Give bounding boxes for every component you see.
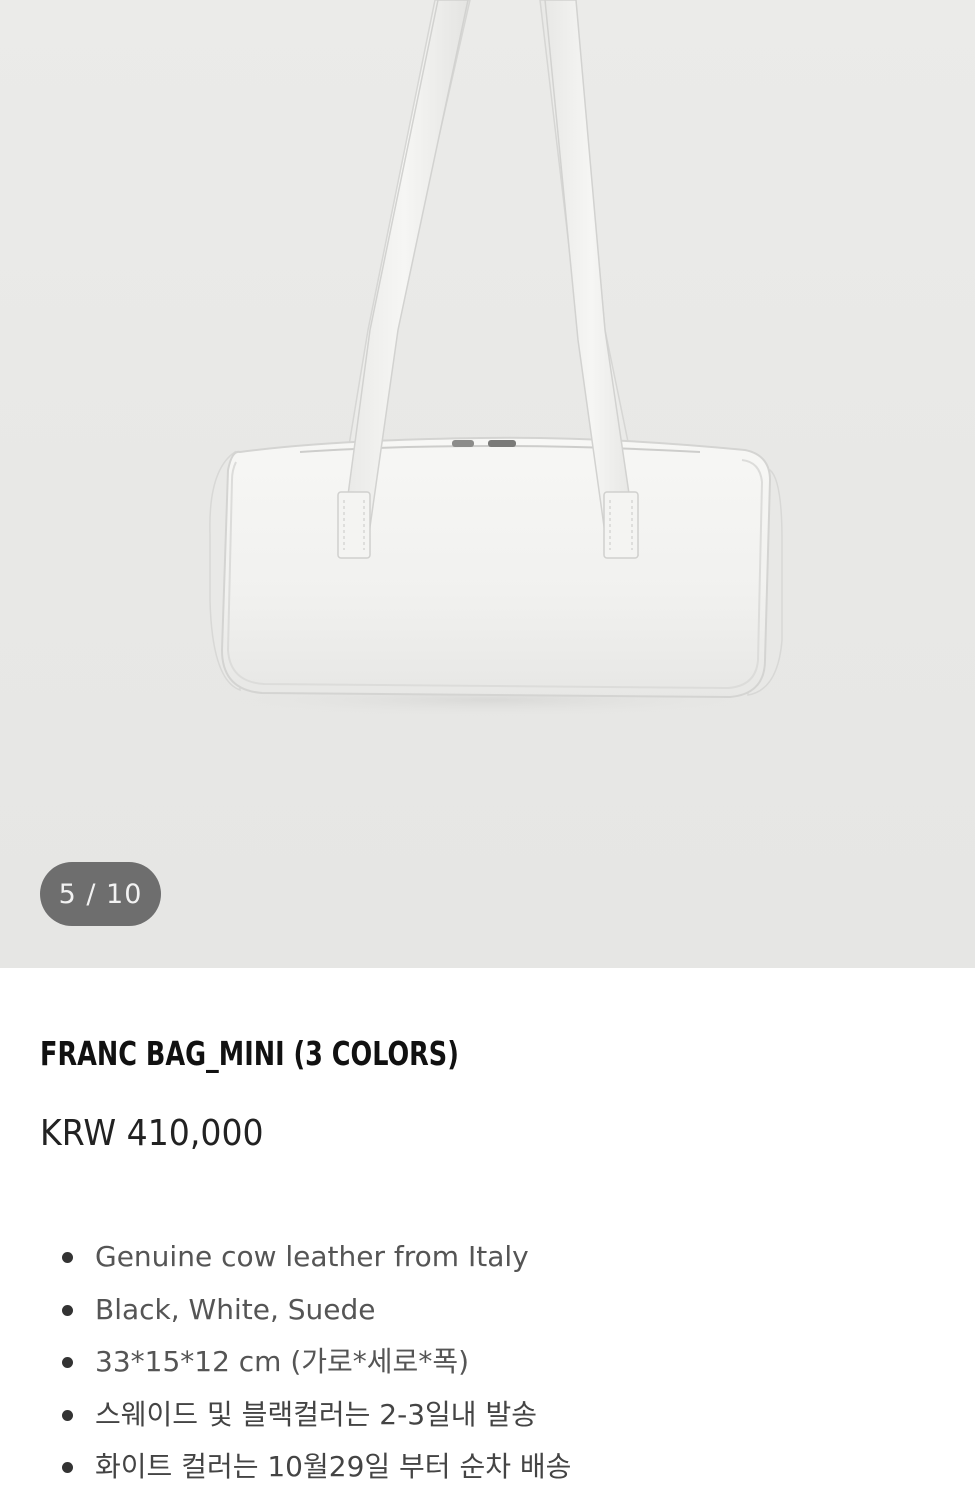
product-feature-list: Genuine cow leather from Italy Black, Wh… [40,1231,935,1494]
bullet-icon [62,1462,73,1473]
product-price: KRW 410,000 [40,1113,264,1154]
product-info: FRANC BAG_MINI (3 COLORS) KRW 410,000 Ge… [0,968,975,1494]
list-item: Genuine cow leather from Italy [62,1231,935,1284]
product-bag-photo[interactable] [0,0,975,968]
list-item: 33*15*12 cm (가로*세로*폭) [62,1336,935,1389]
bullet-icon [62,1304,73,1316]
feature-text: 스웨이드 및 블랙컬러는 2-3일내 발송 [95,1397,537,1431]
list-item: 화이트 컬러는 10월29일 부터 순차 배송 [62,1441,935,1494]
feature-text: Genuine cow leather from Italy [95,1240,529,1273]
feature-text: 화이트 컬러는 10월29일 부터 순차 배송 [95,1450,572,1483]
feature-text: 33*15*12 cm (가로*세로*폭) [95,1345,470,1378]
product-title: FRANC BAG_MINI (3 COLORS) [40,1034,459,1073]
feature-text: Black, White, Suede [95,1292,376,1326]
list-item: 스웨이드 및 블랙컬러는 2-3일내 발송 [62,1389,935,1442]
image-counter-badge: 5 / 10 [40,862,161,926]
list-item: Black, White, Suede [62,1284,935,1337]
bullet-icon [62,1252,73,1263]
bullet-icon [62,1409,73,1421]
product-image-gallery[interactable]: 5 / 10 [0,0,975,968]
bullet-icon [62,1357,73,1368]
